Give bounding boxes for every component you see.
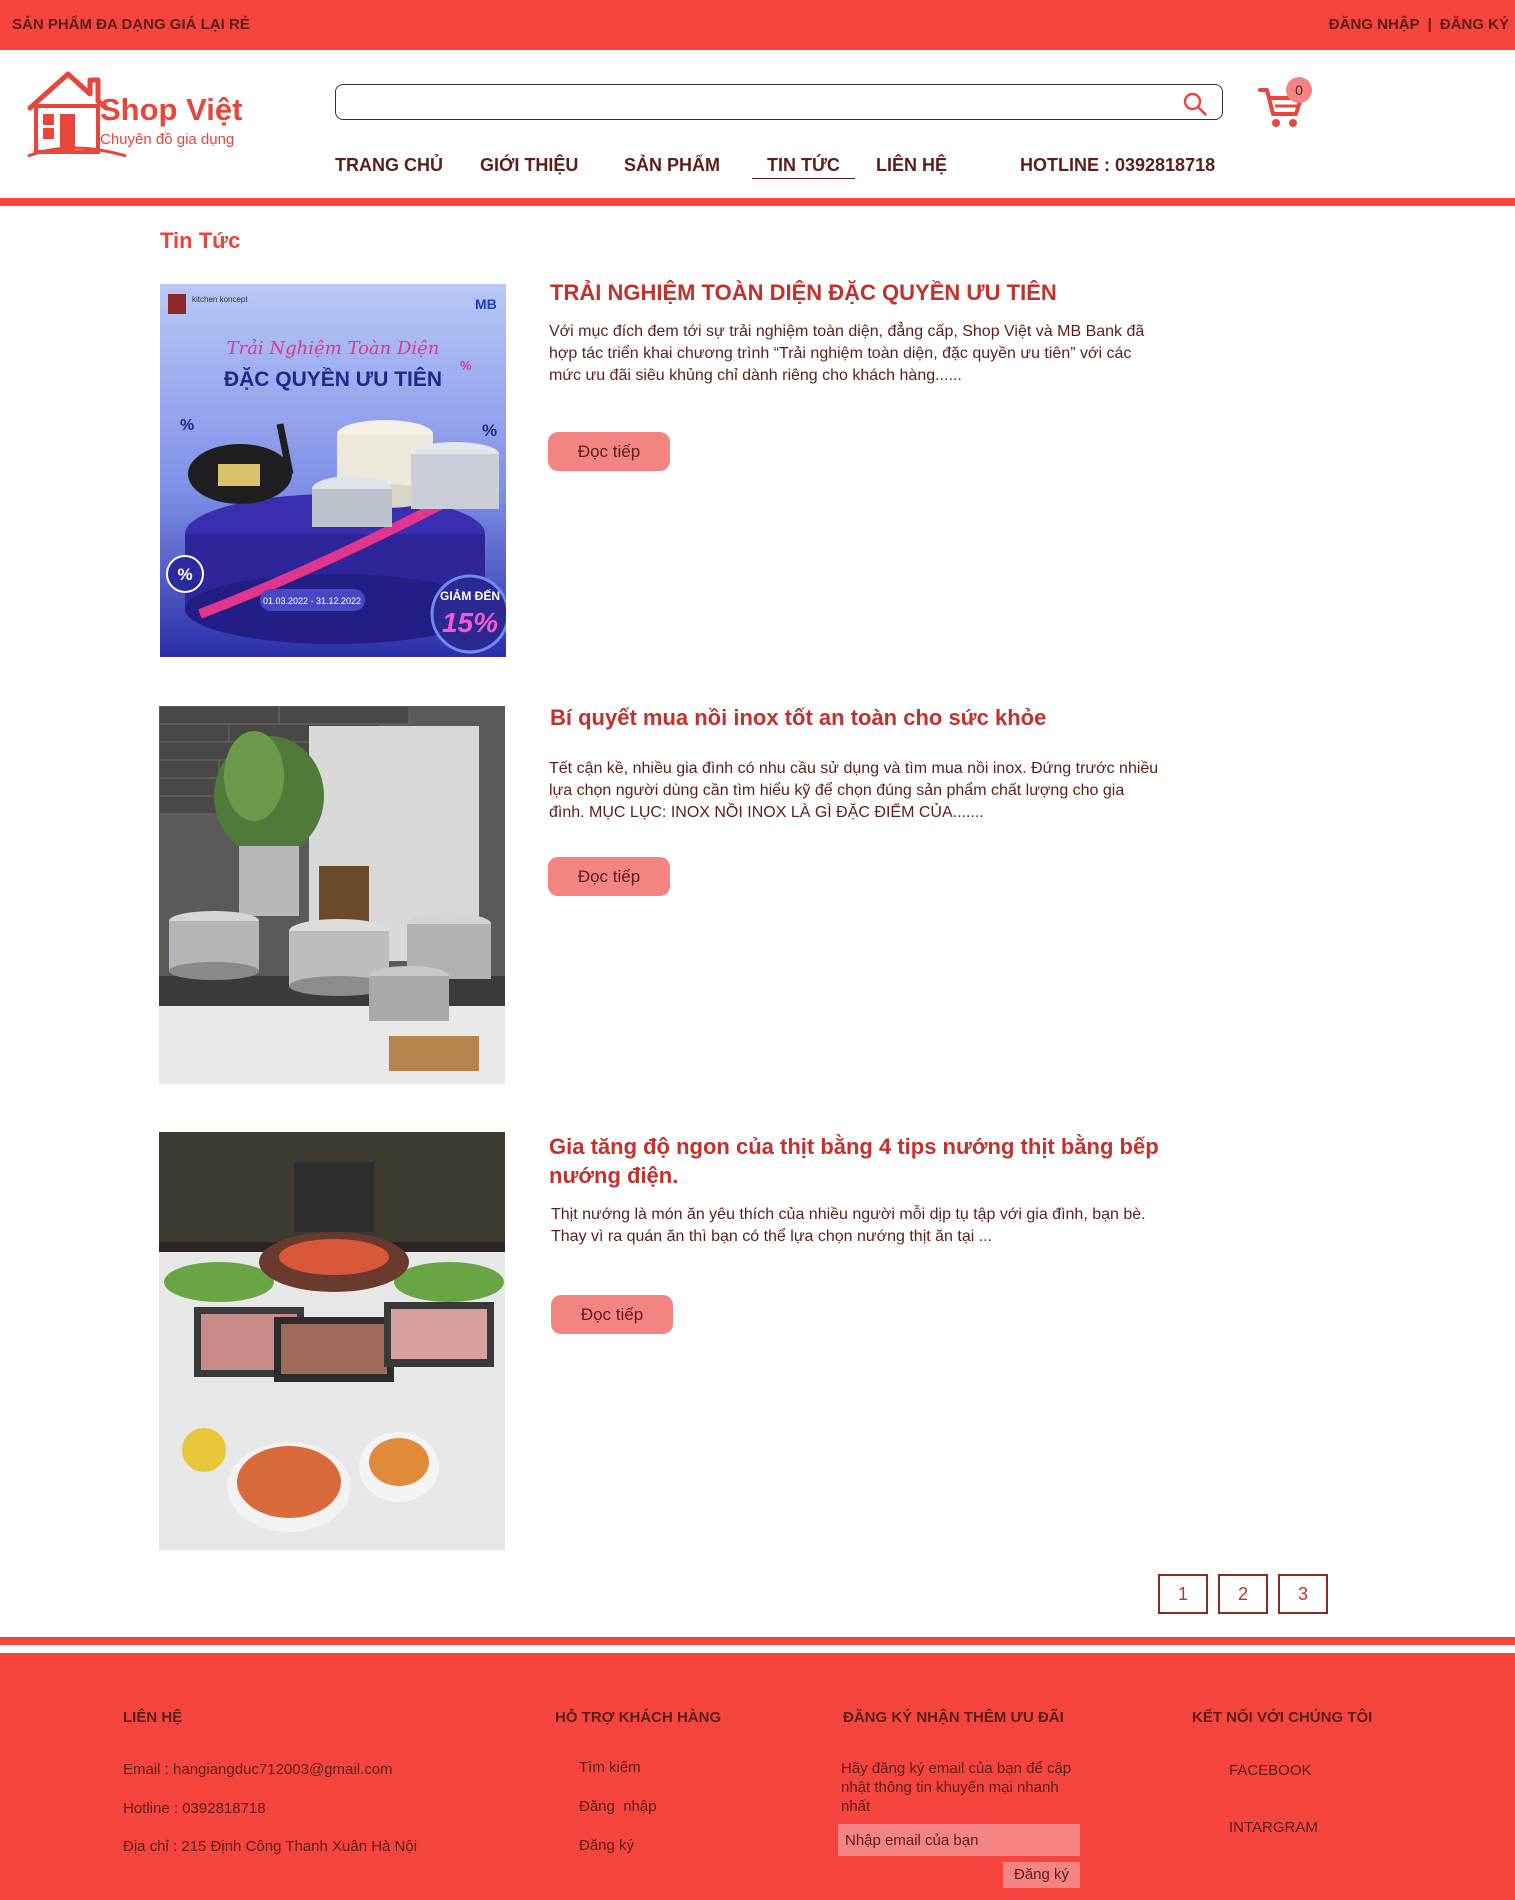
footer-link-login[interactable]: Đăng nhập	[579, 1798, 657, 1815]
auth-separator: |	[1427, 16, 1432, 33]
page-3-button[interactable]: 3	[1278, 1574, 1328, 1614]
search-bar	[335, 84, 1223, 120]
cart-count-badge: 0	[1286, 77, 1312, 103]
article-title[interactable]: TRẢI NGHIỆM TOÀN DIỆN ĐẶC QUYỀN ƯU TIÊN	[550, 278, 1190, 307]
site-logo[interactable]: Shop Việt Chuyên đồ gia dụng	[26, 70, 266, 160]
nav-item-contact[interactable]: LIÊN HỆ	[876, 155, 947, 176]
search-input[interactable]	[348, 91, 1172, 115]
grill-photo	[159, 1132, 505, 1550]
nav-item-home[interactable]: TRANG CHỦ	[335, 155, 443, 176]
login-link[interactable]: ĐĂNG NHẬP	[1329, 16, 1420, 33]
promo-script-line: Trải Nghiệm Toàn Diện	[227, 338, 440, 359]
promo-headline: ĐẶC QUYỀN ƯU TIÊN	[224, 367, 442, 391]
footer-link-facebook[interactable]: FACEBOOK	[1229, 1762, 1312, 1779]
svg-text:%: %	[482, 421, 497, 440]
footer-link-register[interactable]: Đăng ký	[579, 1837, 634, 1854]
promo-banner-graphic: GIẢM ĐẾN 15% 01.03.2022 - 31.12.2022 Trả…	[160, 284, 506, 657]
promo-bank: MB	[475, 296, 497, 312]
read-more-button[interactable]: Đọc tiếp	[551, 1295, 673, 1334]
footer-address: Địa chỉ : 215 Định Công Thanh Xuân Hà Nộ…	[123, 1838, 418, 1855]
page-title: Tin Tức	[160, 228, 241, 253]
page-2-button[interactable]: 2	[1218, 1574, 1268, 1614]
auth-links: ĐĂNG NHẬP | ĐĂNG KÝ	[1329, 16, 1509, 33]
logo-brand: Shop Việt	[100, 92, 243, 127]
footer-email: Email : hangiangduc712003@gmail.com	[123, 1761, 393, 1778]
article-excerpt: Thịt nướng là món ăn yêu thích của nhiều…	[551, 1206, 1146, 1245]
read-more-button[interactable]: Đọc tiếp	[548, 432, 670, 471]
footer-support-heading: HỖ TRỢ KHÁCH HÀNG	[555, 1709, 722, 1726]
footer-contact-heading: LIÊN HỆ	[123, 1709, 183, 1726]
article-image-cookware[interactable]	[159, 706, 505, 1084]
footer-link-instagram[interactable]: INTARGRAM	[1229, 1819, 1318, 1836]
article-excerpt: Với mục đích đem tới sự trải nghiệm toàn…	[549, 323, 1145, 384]
footer-divider	[0, 1637, 1515, 1645]
promo-discount-label: GIẢM ĐẾN	[440, 588, 500, 603]
promo-discount-value: 15%	[442, 607, 498, 638]
svg-text:%: %	[460, 358, 472, 373]
top-bar: SẢN PHẨM ĐA DẠNG GIÁ LẠI RẺ ĐĂNG NHẬP | ĐĂ…	[0, 0, 1515, 50]
header-hotline: HOTLINE : 0392818718	[1020, 155, 1216, 175]
article-excerpt: Tết cận kề, nhiều gia đình có nhu cầu sử…	[549, 760, 1159, 821]
read-more-button[interactable]: Đọc tiếp	[548, 857, 670, 896]
footer-hotline: Hotline : 0392818718	[123, 1800, 266, 1817]
cart-button[interactable]: 0	[1258, 77, 1314, 128]
header-divider	[0, 198, 1515, 206]
article-image-grill[interactable]	[159, 1132, 505, 1550]
newsletter-email-input[interactable]	[838, 1824, 1080, 1856]
register-link[interactable]: ĐĂNG KÝ	[1440, 16, 1509, 33]
search-icon[interactable]	[1182, 91, 1208, 117]
promo-brand: kitchen koncept	[192, 295, 248, 304]
main-nav: TRANG CHỦ GIỚI THIỆU SẢN PHẨM TIN TỨC LI…	[0, 155, 1515, 179]
nav-item-about[interactable]: GIỚI THIỆU	[480, 155, 578, 176]
svg-text:%: %	[177, 565, 192, 584]
logo-tagline: Chuyên đồ gia dụng	[100, 131, 235, 148]
nav-item-news[interactable]: TIN TỨC	[752, 155, 855, 179]
article-title[interactable]: Gia tăng độ ngon của thịt bằng 4 tips nư…	[549, 1132, 1189, 1190]
footer-link-search[interactable]: Tìm kiếm	[579, 1759, 641, 1776]
footer-social-heading: KẾT NỐI VỚI CHÚNG TÔI	[1192, 1709, 1373, 1726]
nav-item-products[interactable]: SẢN PHẨM	[624, 155, 720, 176]
promo-dates: 01.03.2022 - 31.12.2022	[263, 596, 361, 606]
newsletter-submit-button[interactable]: Đăng ký	[1003, 1862, 1080, 1888]
article-image-promo[interactable]: GIẢM ĐẾN 15% 01.03.2022 - 31.12.2022 Trả…	[160, 284, 506, 657]
site-footer: LIÊN HỆ Email : hangiangduc712003@gmail.…	[0, 1653, 1515, 1900]
page-1-button[interactable]: 1	[1158, 1574, 1208, 1614]
cookware-photo	[159, 706, 505, 1084]
article-title[interactable]: Bí quyết mua nồi inox tốt an toàn cho sứ…	[550, 703, 1190, 732]
footer-newsletter-text: Hãy đăng ký email của bạn để cập nhật th…	[841, 1760, 1072, 1815]
promo-text: SẢN PHẨM ĐA DẠNG GIÁ LẠI RẺ	[12, 16, 250, 33]
svg-text:%: %	[180, 417, 194, 434]
footer-newsletter-heading: ĐĂNG KÝ NHẬN THÊM ƯU ĐÃI	[843, 1709, 1064, 1726]
